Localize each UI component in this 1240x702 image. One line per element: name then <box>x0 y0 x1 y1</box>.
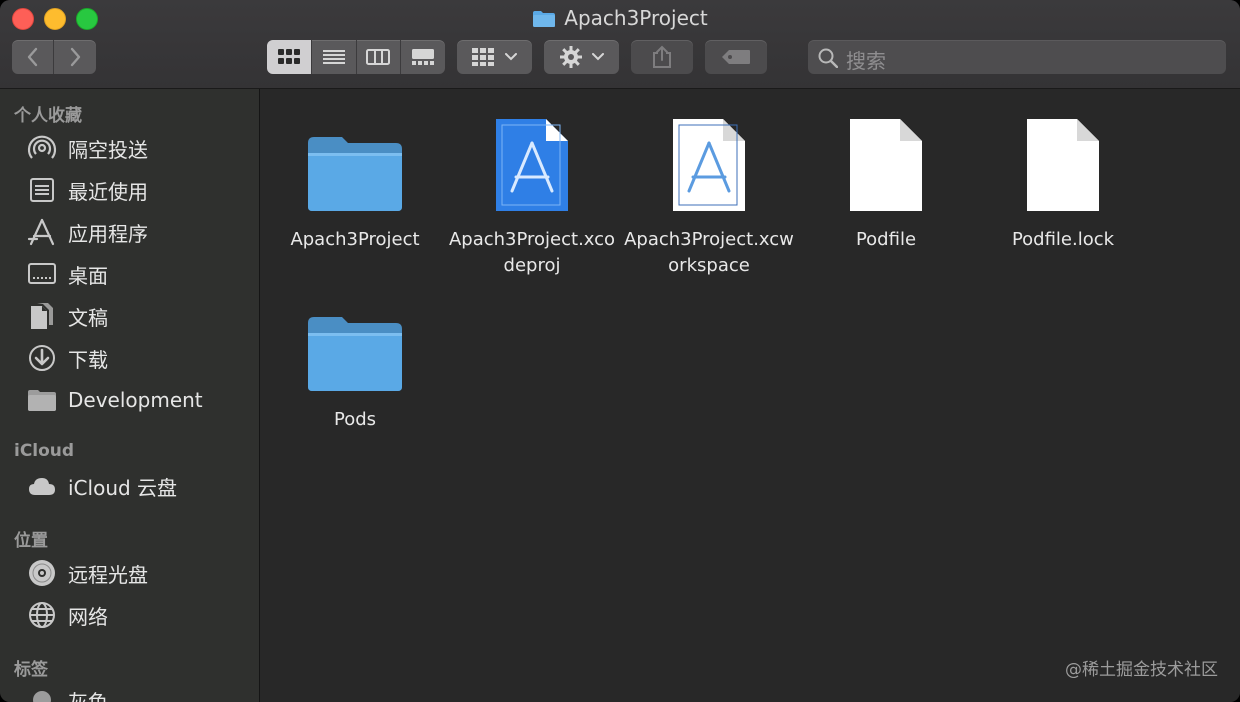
file-item[interactable]: Apach3Project.xcodeproj <box>444 103 620 279</box>
view-mode-selector <box>267 40 445 74</box>
sidebar-item-label: 下载 <box>68 347 108 372</box>
file-browser: Apach3Project Apach3Project.xcodeproj Ap… <box>260 89 1240 702</box>
file-item[interactable]: Apach3Project <box>267 103 443 253</box>
network-icon <box>26 599 58 631</box>
gear-icon <box>559 46 582 68</box>
applications-icon <box>26 216 58 248</box>
folder-icon <box>308 317 402 391</box>
sidebar-item-label: iCloud 云盘 <box>68 475 178 500</box>
sidebar-item-label: Development <box>68 388 203 412</box>
gallery-view-button[interactable] <box>401 40 445 74</box>
sidebar-item-remote-disc[interactable]: 远程光盘 <box>26 556 148 590</box>
sidebar: 个人收藏 隔空投送 最近使用 应用程序 桌面 文稿 下载 Development… <box>0 89 260 702</box>
xcworkspace-icon <box>673 119 745 211</box>
sidebar-item-downloads[interactable]: 下载 <box>26 341 108 375</box>
finder-window: Apach3Project 搜索 个人收藏 隔空投送 最近使用 应用程序 桌面 … <box>0 0 1240 702</box>
action-button[interactable] <box>544 40 619 74</box>
sidebar-item-label: 桌面 <box>68 263 108 288</box>
sidebar-item-tag-gray[interactable]: 灰色 <box>26 683 108 702</box>
downloads-icon <box>26 342 58 374</box>
sidebar-item-label: 应用程序 <box>68 221 148 246</box>
tags-button[interactable] <box>705 40 767 74</box>
sidebar-item-label: 隔空投送 <box>68 137 148 162</box>
window-title-text: Apach3Project <box>564 6 708 30</box>
file-name: Podfile.lock <box>1011 229 1115 250</box>
sidebar-item-network[interactable]: 网络 <box>26 598 108 632</box>
file-item[interactable]: Pods <box>267 283 443 433</box>
sidebar-item-label: 文稿 <box>68 305 108 330</box>
grid-icon <box>277 49 300 64</box>
cloud-icon <box>26 470 58 502</box>
documents-icon <box>26 300 58 332</box>
sidebar-item-airdrop[interactable]: 隔空投送 <box>26 131 148 165</box>
sidebar-item-label: 最近使用 <box>68 179 148 204</box>
column-view-button[interactable] <box>357 40 402 74</box>
file-item[interactable]: Podfile.lock <box>975 103 1151 253</box>
chevron-left-icon <box>27 47 37 67</box>
file-name: Apach3Project.xcodeproj <box>448 229 616 276</box>
window-title: Apach3Project <box>0 6 1240 30</box>
disc-icon <box>26 557 58 589</box>
columns-icon <box>366 49 391 65</box>
file-item[interactable]: Podfile <box>798 103 974 253</box>
search-icon <box>818 48 838 68</box>
sidebar-item-label: 远程光盘 <box>68 562 148 587</box>
airdrop-icon <box>26 132 58 164</box>
sidebar-item-documents[interactable]: 文稿 <box>26 299 108 333</box>
share-icon <box>653 45 671 68</box>
sidebar-section-favorites: 个人收藏 <box>14 106 82 126</box>
toolbar: Apach3Project 搜索 <box>0 0 1240 89</box>
sidebar-item-label: 灰色 <box>68 689 108 702</box>
recents-icon <box>26 174 58 206</box>
share-button[interactable] <box>631 40 693 74</box>
sidebar-item-label: 网络 <box>68 604 108 629</box>
forward-button[interactable] <box>54 40 96 74</box>
group-by-button[interactable] <box>457 40 532 74</box>
group-grid-icon <box>472 48 494 66</box>
xcodeproj-icon <box>496 119 568 211</box>
icon-view-button[interactable] <box>267 40 312 74</box>
sidebar-section-tags: 标签 <box>14 660 48 680</box>
document-icon <box>1027 119 1099 211</box>
chevron-right-icon <box>70 47 81 67</box>
chevron-down-icon <box>505 53 517 61</box>
sidebar-section-locations: 位置 <box>14 531 48 551</box>
tag-icon <box>722 50 750 64</box>
chevron-down-icon <box>591 53 604 61</box>
gallery-icon <box>412 49 435 65</box>
sidebar-item-development[interactable]: Development <box>26 383 203 417</box>
watermark: @稀土掘金技术社区 <box>1065 660 1218 680</box>
document-icon <box>850 119 922 211</box>
sidebar-section-icloud: iCloud <box>14 441 75 461</box>
tag-dot-icon <box>26 684 58 702</box>
file-name: Podfile <box>855 229 917 250</box>
file-item[interactable]: Apach3Project.xcworkspace <box>621 103 797 279</box>
file-name: Apach3Project.xcworkspace <box>624 229 794 276</box>
back-button[interactable] <box>12 40 54 74</box>
sidebar-item-recents[interactable]: 最近使用 <box>26 173 148 207</box>
folder-icon <box>308 137 402 211</box>
folder-icon <box>26 384 58 416</box>
navigation-buttons <box>12 40 96 74</box>
search-field[interactable]: 搜索 <box>808 40 1226 74</box>
sidebar-item-desktop[interactable]: 桌面 <box>26 257 108 291</box>
sidebar-item-icloud-drive[interactable]: iCloud 云盘 <box>26 469 177 503</box>
desktop-icon <box>26 258 58 290</box>
folder-icon <box>533 11 556 27</box>
list-icon <box>322 50 345 64</box>
search-placeholder: 搜索 <box>846 49 886 73</box>
file-name: Pods <box>333 409 377 430</box>
list-view-button[interactable] <box>312 40 357 74</box>
file-name: Apach3Project <box>290 229 420 250</box>
sidebar-item-applications[interactable]: 应用程序 <box>26 215 148 249</box>
